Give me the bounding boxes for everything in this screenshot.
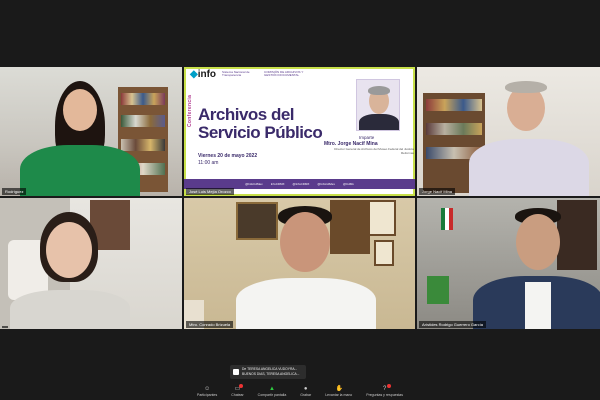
- meeting-toolbar: ☺ Participantes ▭ Chatear ▲ Compartir pa…: [0, 382, 600, 400]
- participants-button[interactable]: ☺ Participantes: [197, 386, 217, 397]
- record-icon: ●: [303, 385, 308, 392]
- video-tile-3[interactable]: Jorge Nacif Mina: [417, 67, 600, 196]
- commission-logo: COMISIÓN DE ARCHIVOS Y GESTIÓN DOCUMENTA…: [264, 69, 304, 77]
- video-tile-5[interactable]: Mtro. Conrado Brizuela: [184, 198, 415, 329]
- cabinet: [557, 200, 597, 270]
- poster-imparte-label: Imparte: [359, 135, 375, 140]
- diploma-frame: [374, 240, 394, 266]
- participant-name: Jorge Nacif Mina: [419, 188, 456, 195]
- poster-speaker-role: Director General de Archivos del Museo F…: [334, 147, 414, 155]
- chat-button[interactable]: ▭ Chatear: [231, 383, 244, 397]
- poster-vertical-label: Conferencia: [187, 94, 193, 127]
- poster-title-line2: Servicio Público: [198, 123, 323, 142]
- participant-name: José Luis Mejía Orozco: [186, 188, 234, 195]
- qa-icon: ?: [382, 383, 391, 392]
- share-screen-button[interactable]: ▲ Compartir pantalla: [258, 386, 287, 397]
- bookshelf: [330, 200, 370, 254]
- qa-button[interactable]: ? Preguntas y respuestas: [366, 383, 403, 397]
- snt-logo: Sistema Nacional de Transparencia: [222, 69, 250, 77]
- speaker-portrait: [356, 79, 400, 131]
- participant-name: [2, 326, 8, 328]
- zoom-gallery-view: Rodríguez ◆info Sistema Nacional de Tran…: [0, 0, 600, 400]
- poster-time: 11:00 am: [198, 160, 219, 166]
- share-icon: ▲: [268, 385, 275, 392]
- video-tile-4[interactable]: [0, 198, 182, 329]
- chat-notification[interactable]: De TERESA ANGELICA VUDOYRA... BUENOS DIA…: [230, 365, 306, 379]
- poster-title-line1: Archivos del: [198, 105, 295, 124]
- video-tile-2-shared-poster[interactable]: ◆info Sistema Nacional de Transparencia …: [184, 67, 415, 196]
- participant-name: Mtro. Conrado Brizuela: [186, 321, 234, 328]
- participant-name: Rodríguez: [2, 188, 27, 195]
- framed-picture: [236, 202, 278, 240]
- video-tile-1[interactable]: Rodríguez: [0, 67, 182, 196]
- hand-icon: ✋: [335, 385, 344, 392]
- chat-line-1: De TERESA ANGELICA VUDOYRA...: [242, 367, 298, 371]
- participant-name: Arístides Rodrigo Guerrero García: [419, 321, 486, 328]
- users-icon: ☺: [204, 385, 211, 392]
- notification-badge: [386, 383, 391, 388]
- raise-hand-button[interactable]: ✋ Levantar la mano: [325, 386, 352, 397]
- flag-mexico: [441, 208, 453, 230]
- info-logo: ◆info: [190, 68, 217, 80]
- video-tile-6[interactable]: Arístides Rodrigo Guerrero García: [417, 198, 600, 329]
- diploma-frame: [368, 200, 396, 236]
- chat-bubble-icon: [233, 369, 239, 375]
- chat-icon: ▭: [234, 383, 244, 392]
- gift-bag: [427, 276, 449, 304]
- poster-date: Viernes 20 de mayo 2022: [198, 153, 258, 159]
- record-button[interactable]: ● Grabar: [300, 386, 311, 397]
- notification-badge: [239, 383, 244, 388]
- chat-line-2: BUENOS DIAS, TERESA ANGELICA...: [242, 371, 300, 376]
